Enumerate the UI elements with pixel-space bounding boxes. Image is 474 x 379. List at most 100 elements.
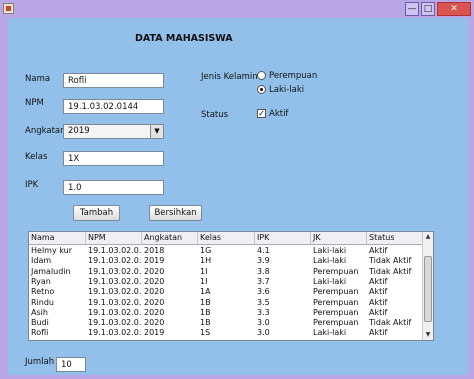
table-cell-jk: Laki-laki (313, 246, 347, 255)
aktif-checkbox[interactable]: ✓ (257, 109, 266, 118)
npm-label: NPM (25, 98, 44, 108)
table-cell-angkatan: 2020 (144, 266, 165, 276)
radio-perempuan[interactable] (257, 71, 266, 80)
title-bar[interactable]: — □ ✕ (0, 0, 474, 18)
table-cell-kelas: 1S (200, 328, 211, 338)
angkatan-selected-value: 2019 (68, 126, 90, 136)
column-header-jk[interactable]: JK (311, 232, 367, 245)
table-cell-kelas: 1A (200, 287, 211, 297)
table-cell-kelas: 1G (200, 246, 212, 255)
table-cell-jk: Perempuan (313, 318, 359, 328)
table-row[interactable]: Idam 19.1.03.02.0... 2019 1H 3.9 Laki-laki Tid… (29, 256, 423, 265)
table-cell-ipk: 3.8 (257, 266, 270, 276)
nama-label: Nama (25, 74, 51, 84)
column-header-angkatan[interactable]: Angkatan (142, 232, 198, 245)
table-cell-angkatan: 2020 (144, 318, 165, 328)
table-row[interactable]: Ryan 19.1.03.02.0... 2020 1I 3.7 Laki-laki Akt… (29, 277, 423, 286)
app-window: — □ ✕ DATA MAHASISWA Nama NPM Angkatan 2… (0, 0, 474, 379)
table-cell-ipk: 3.0 (257, 318, 270, 328)
column-header-status[interactable]: Status (367, 232, 423, 245)
jumlah-label: Jumlah (25, 357, 55, 367)
radio-laki-laki-label[interactable]: Laki-laki (269, 85, 304, 95)
minimize-button[interactable]: — (405, 2, 419, 16)
column-header-kelas[interactable]: Kelas (198, 232, 255, 245)
table-row[interactable]: Rindu 19.1.03.02.0... 2020 1B 3.5 Perempuan Ak… (29, 298, 423, 307)
table-cell-angkatan: 2020 (144, 307, 165, 317)
table-cell-jk: Laki-laki (313, 276, 347, 286)
column-header-npm[interactable]: NPM (86, 232, 142, 245)
table-cell-jk: Perempuan (313, 297, 359, 307)
table-scrollbar[interactable]: ▲ ▼ (422, 232, 433, 340)
radio-perempuan-label[interactable]: Perempuan (269, 71, 317, 81)
column-header-ipk[interactable]: IPK (255, 232, 311, 245)
mahasiswa-table[interactable]: Nama NPM Angkatan Kelas IPK JK Status He… (28, 231, 434, 341)
table-cell-status: Aktif (369, 246, 388, 255)
table-row[interactable]: Budi 19.1.03.02.0... 2020 1B 3.0 Perempuan Tid… (29, 318, 423, 327)
close-button[interactable]: ✕ (437, 2, 471, 16)
aktif-checkbox-label[interactable]: Aktif (269, 109, 288, 119)
table-cell-npm: 19.1.03.02.0... (88, 328, 142, 338)
table-cell-ipk: 3.5 (257, 297, 270, 307)
table-cell-jk: Laki-laki (313, 328, 347, 338)
scrollbar-thumb[interactable] (424, 256, 432, 322)
table-cell-jk: Laki-laki (313, 256, 347, 266)
chevron-down-icon[interactable]: ▼ (150, 125, 163, 138)
table-row[interactable]: Helmy kur 19.1.03.02.0... 2018 1G 4.1 Laki-la… (29, 246, 423, 255)
table-cell-npm: 19.1.03.02.0... (88, 297, 142, 307)
table-cell-status: Aktif (369, 297, 388, 307)
table-cell-kelas: 1B (200, 307, 211, 317)
table-cell-status: Tidak Aktif (369, 318, 412, 328)
bersihkan-button[interactable]: Bersihkan (149, 205, 202, 221)
table-cell-nama: Ryan (31, 276, 51, 286)
table-cell-angkatan: 2019 (144, 256, 165, 266)
table-cell-nama: Asih (31, 307, 48, 317)
table-cell-ipk: 3.7 (257, 276, 270, 286)
jenis-kelamin-label: Jenis Kelamin (201, 72, 258, 82)
kelas-field[interactable] (63, 151, 164, 166)
table-cell-jk: Perempuan (313, 287, 359, 297)
radio-laki-laki[interactable] (257, 85, 266, 94)
table-row[interactable]: Rofli 19.1.03.02.0... 2019 1S 3.0 Laki-laki Ak… (29, 328, 423, 337)
table-cell-angkatan: 2020 (144, 276, 165, 286)
table-cell-npm: 19.1.03.02.0... (88, 276, 142, 286)
column-header-nama[interactable]: Nama (29, 232, 86, 245)
scroll-up-arrow-icon[interactable]: ▲ (423, 232, 433, 242)
table-cell-npm: 19.1.03.02.0... (88, 287, 142, 297)
maximize-button[interactable]: □ (421, 2, 435, 16)
table-cell-nama: Rofli (31, 328, 49, 338)
table-cell-kelas: 1I (200, 276, 208, 286)
npm-field[interactable] (63, 99, 164, 114)
table-cell-kelas: 1B (200, 318, 211, 328)
angkatan-select[interactable]: 2019 ▼ (63, 124, 164, 139)
table-cell-status: Aktif (369, 328, 388, 338)
table-cell-kelas: 1I (200, 266, 208, 276)
table-cell-npm: 19.1.03.02.0... (88, 307, 142, 317)
table-cell-ipk: 4.1 (257, 246, 270, 255)
ipk-field[interactable] (63, 180, 164, 195)
table-cell-nama: Budi (31, 318, 49, 328)
table-row[interactable]: Asih 19.1.03.02.0... 2020 1B 3.3 Perempuan Akt… (29, 308, 423, 317)
table-cell-kelas: 1H (200, 256, 212, 266)
jumlah-field[interactable] (56, 357, 86, 372)
table-cell-nama: Idam (31, 256, 52, 266)
table-cell-nama: Helmy kur (31, 246, 72, 255)
table-cell-status: Tidak Aktif (369, 266, 412, 276)
tambah-button[interactable]: Tambah (73, 205, 120, 221)
content-panel: DATA MAHASISWA Nama NPM Angkatan 2019 ▼ … (8, 18, 468, 375)
table-cell-npm: 19.1.03.02.0... (88, 256, 142, 266)
nama-field[interactable] (63, 73, 164, 88)
table-row[interactable]: Jamaludin 19.1.03.02.0... 2020 1I 3.8 Perempu… (29, 267, 423, 276)
table-cell-nama: Jamaludin (31, 266, 71, 276)
table-cell-ipk: 3.0 (257, 328, 270, 338)
table-header: Nama NPM Angkatan Kelas IPK JK Status (29, 232, 423, 245)
table-cell-ipk: 3.6 (257, 287, 270, 297)
scroll-down-arrow-icon[interactable]: ▼ (423, 330, 433, 340)
ipk-label: IPK (25, 180, 39, 190)
angkatan-label: Angkatan (25, 126, 66, 136)
table-cell-angkatan: 2018 (144, 246, 165, 255)
table-cell-jk: Perempuan (313, 266, 359, 276)
page-title: DATA MAHASISWA (135, 33, 233, 44)
status-label: Status (201, 110, 229, 120)
table-row[interactable]: Retno 19.1.03.02.0... 2020 1A 3.6 Perempuan Ak… (29, 287, 423, 296)
table-cell-status: Aktif (369, 276, 388, 286)
